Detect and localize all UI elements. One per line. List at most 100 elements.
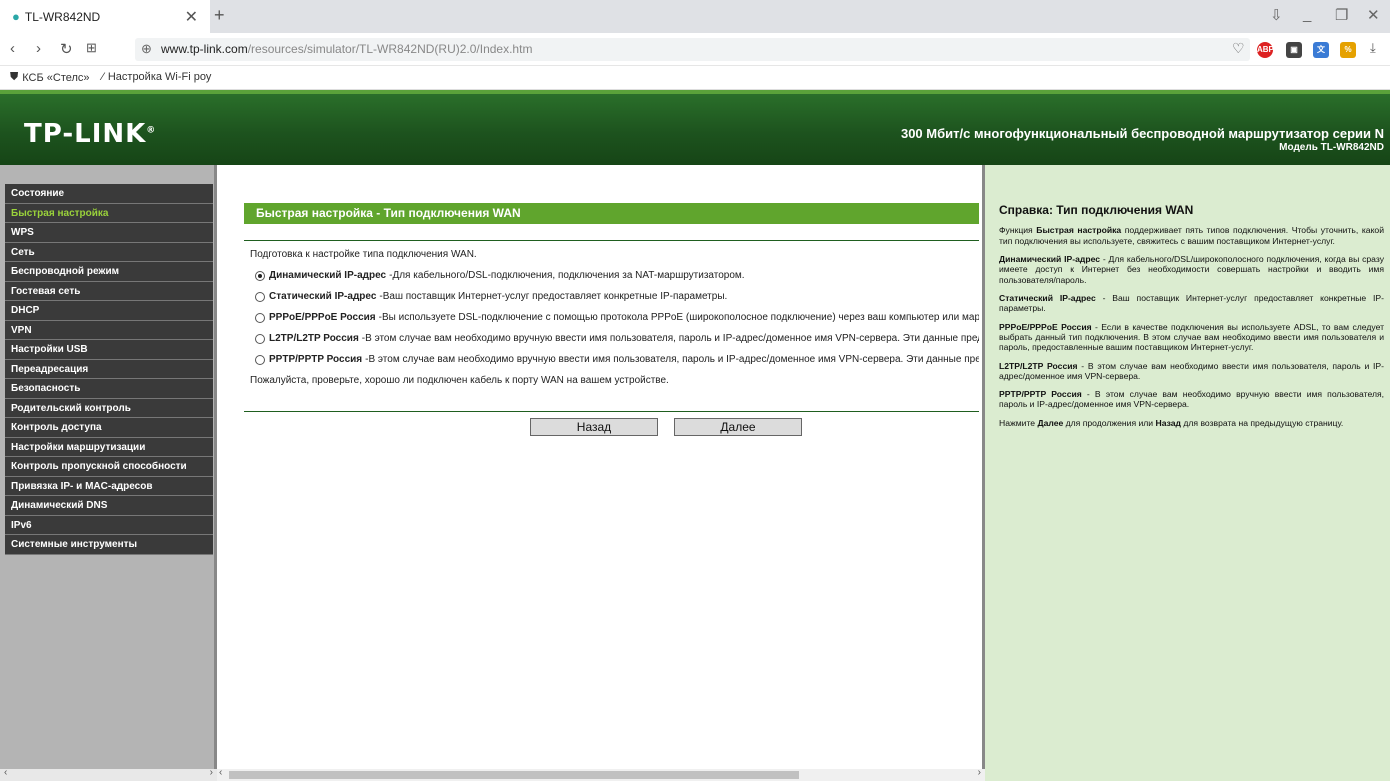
help-paragraph: PPPoE/PPPoE Россия - Если в качестве под…	[999, 321, 1385, 353]
wan-type-form: Подготовка к настройке типа подключения …	[250, 249, 979, 396]
globe-icon: ⊕	[141, 41, 152, 56]
bookmark-label: Настройка Wi-Fi роу	[107, 71, 212, 83]
option-description: В этом случае вам необходимо вручную вве…	[365, 333, 979, 344]
bookmark-label: КСБ «Стелс»	[22, 71, 90, 84]
section-title: Быстрая настройка - Тип подключения WAN	[244, 203, 979, 224]
forward-icon[interactable]: ›	[36, 40, 41, 57]
help-panel: Справка: Тип подключения WAN Функция Быс…	[985, 165, 1390, 781]
tab-title: TL-WR842ND	[24, 9, 101, 24]
sidebar-item[interactable]: Быстрая настройка	[5, 203, 213, 223]
main-frame: Быстрая настройка - Тип подключения WAN …	[217, 165, 985, 781]
radio-button[interactable]	[255, 333, 265, 344]
download-icon[interactable]: ⤓	[1370, 40, 1376, 56]
sidebar-item[interactable]: Переадресация	[5, 359, 213, 379]
sidebar-item[interactable]: Контроль пропускной способности	[5, 457, 213, 477]
url-path: /resources/simulator/TL-WR842ND(RU)2.0/I…	[247, 42, 533, 56]
sidebar-item[interactable]: Привязка IP- и MAC-адресов	[5, 476, 213, 496]
back-icon[interactable]: ‹	[10, 40, 15, 57]
bookmark-item[interactable]: ⁄ Настройка Wi-Fi роу	[102, 71, 211, 83]
tp-link-favicon-icon: ●	[12, 9, 20, 24]
help-paragraph: L2TP/L2TP Россия - В этом случае вам нео…	[999, 360, 1384, 381]
intro-text: Подготовка к настройке типа подключения …	[250, 249, 477, 260]
option-label: PPTP/PPTP Россия	[269, 354, 363, 365]
divider	[244, 240, 979, 241]
radio-button[interactable]	[255, 291, 265, 302]
sidebar-item[interactable]: Настройки USB	[5, 340, 213, 360]
offers-extension-icon[interactable]: %	[1340, 42, 1356, 58]
cable-note: Пожалуйста, проверьте, хорошо ли подключ…	[250, 375, 669, 386]
extension-icon[interactable]: ▣	[1286, 42, 1302, 58]
option-description: Ваш поставщик Интернет-услуг предоставля…	[382, 291, 728, 302]
option-description: Вы используете DSL-подключение с помощью…	[381, 312, 979, 323]
back-button[interactable]: Назад	[530, 418, 658, 436]
wan-type-option[interactable]: Динамический IP-адрес - Для кабельного/DS…	[255, 270, 979, 281]
browser-tab[interactable]: ● TL-WR842ND ✕	[0, 0, 210, 33]
shield-icon: ⛊	[10, 71, 19, 83]
sidebar-item[interactable]: Состояние	[5, 184, 213, 204]
sidebar-horizontal-scrollbar[interactable]: ‹ ›	[0, 767, 217, 781]
bookmark-item[interactable]: ⛊ КСБ «Стелс»	[10, 71, 90, 84]
sidebar-item[interactable]: WPS	[5, 223, 213, 243]
new-tab-icon[interactable]: +	[214, 5, 225, 26]
restore-icon[interactable]: ❐	[1335, 6, 1348, 24]
bookmark-heart-icon[interactable]: ♡	[1232, 40, 1245, 57]
sidebar-item[interactable]: DHCP	[5, 301, 213, 321]
speed-dial-icon[interactable]: ⊞	[86, 40, 97, 56]
sidebar-item[interactable]: Настройки маршрутизации	[5, 437, 213, 457]
sidebar-item[interactable]: Родительский контроль	[5, 398, 213, 418]
tp-link-logo: TP-LINK®	[24, 119, 157, 149]
sidebar-item[interactable]: Контроль доступа	[5, 418, 213, 438]
close-window-icon[interactable]: ✕	[1367, 6, 1380, 24]
help-paragraph: Функция Быстрая настройка поддерживает п…	[999, 225, 1385, 246]
close-tab-icon[interactable]: ✕	[185, 7, 198, 27]
help-paragraph: Статический IP-адрес - Ваш поставщик Инт…	[999, 292, 1384, 314]
sidebar-item[interactable]: Системные инструменты	[5, 535, 213, 555]
sidebar-item[interactable]: Безопасность	[5, 379, 213, 399]
help-paragraph: Нажмите Далее для продолжения или Назад …	[999, 417, 1344, 428]
browser-nav-bar: ‹ › ↻ ⊞ ⊕ www.tp-link.com/resources/simu…	[0, 33, 1390, 66]
option-label: L2TP/L2TP Россия	[269, 333, 359, 344]
wan-type-option[interactable]: Статический IP-адрес - Ваш поставщик Инте…	[255, 291, 979, 302]
translate-icon[interactable]: 文	[1313, 42, 1329, 58]
main-horizontal-scrollbar[interactable]: ‹ ›	[217, 767, 985, 781]
model-label: Модель TL-WR842ND	[1279, 142, 1384, 153]
sidebar-item[interactable]: Гостевая сеть	[5, 281, 213, 301]
radio-button[interactable]	[255, 354, 265, 365]
option-label: PPPoE/PPPoE Россия	[269, 312, 376, 323]
wan-type-option[interactable]: L2TP/L2TP Россия - В этом случае вам необ…	[255, 333, 979, 344]
minimize-icon[interactable]: _	[1303, 6, 1311, 23]
divider	[244, 411, 979, 412]
scrollbar-thumb[interactable]	[229, 771, 799, 779]
router-header: TP-LINK® 300 Мбит/с многофункциональный …	[0, 90, 1390, 165]
url-host: www.tp-link.com	[161, 42, 248, 56]
sidebar-item[interactable]: VPN	[5, 320, 213, 340]
tabs-menu-icon[interactable]: ⇩	[1270, 6, 1283, 24]
browser-tab-bar: ● TL-WR842ND ✕ + ⇩ _ ❐ ✕	[0, 0, 1390, 33]
sidebar-menu: Состояние Быстрая настройка WPS Сеть Беспров…	[0, 165, 217, 781]
address-bar[interactable]: ⊕ www.tp-link.com/resources/simulator/TL…	[135, 38, 1250, 61]
sidebar-item[interactable]: IPv6	[5, 515, 213, 535]
bookmarks-bar: ⛊ КСБ «Стелс» ⁄ Настройка Wi-Fi роу	[0, 66, 1390, 90]
sidebar-item[interactable]: Динамический DNS	[5, 496, 213, 516]
wan-type-option[interactable]: PPPoE/PPPoE Россия - Вы используете DSL-п…	[255, 312, 979, 323]
scroll-right-icon[interactable]: ›	[210, 767, 213, 778]
sidebar-item[interactable]: Беспроводной режим	[5, 262, 213, 282]
option-label: Статический IP-адрес	[269, 291, 377, 302]
reload-icon[interactable]: ↻	[60, 40, 73, 58]
radio-button[interactable]	[255, 270, 265, 281]
sidebar-item[interactable]: Сеть	[5, 242, 213, 262]
wan-type-option[interactable]: PPTP/PPTP Россия - В этом случае вам необ…	[255, 354, 979, 365]
scroll-right-icon[interactable]: ›	[978, 767, 981, 778]
wifi-icon: ⁄	[102, 71, 104, 83]
option-description: В этом случае вам необходимо вручную вве…	[368, 354, 979, 365]
adblock-plus-icon[interactable]: ABP	[1257, 42, 1274, 58]
help-title: Справка: Тип подключения WAN	[999, 203, 1194, 217]
scroll-left-icon[interactable]: ‹	[219, 767, 222, 778]
product-title: 300 Мбит/с многофункциональный беспровод…	[900, 126, 1384, 141]
next-button[interactable]: Далее	[674, 418, 802, 436]
option-label: Динамический IP-адрес	[269, 270, 387, 281]
scroll-left-icon[interactable]: ‹	[4, 767, 7, 778]
option-description: Для кабельного/DSL-подключения, подключе…	[392, 270, 745, 281]
radio-button[interactable]	[255, 312, 265, 323]
help-paragraph: Динамический IP-адрес - Для кабельного/D…	[999, 254, 1384, 285]
